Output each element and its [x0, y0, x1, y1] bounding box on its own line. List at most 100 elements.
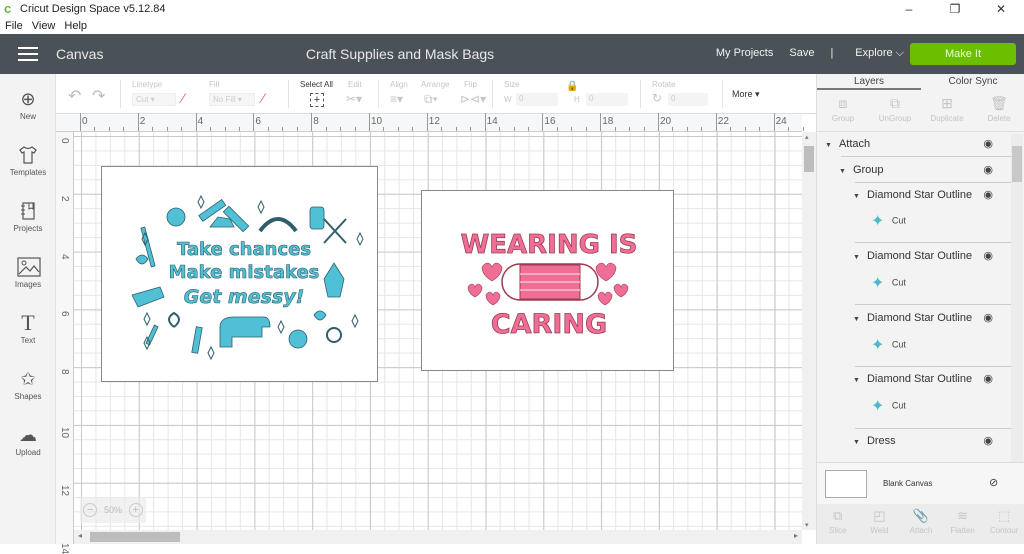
lock-ratio-icon[interactable]: 🔒 [566, 81, 578, 92]
delete-button[interactable]: 🗑 Delete [973, 92, 1024, 131]
visibility-eye-icon[interactable]: ◉ [983, 246, 993, 266]
duplicate-label: Duplicate [930, 114, 964, 123]
slice-button[interactable]: ⧉ Slice [817, 504, 859, 544]
flatten-button[interactable]: ≋ Flatten [942, 504, 984, 544]
close-button[interactable]: ✕ [978, 0, 1024, 18]
linetype-select[interactable]: Cut ▾ [132, 93, 176, 106]
minimize-button[interactable]: – [886, 0, 932, 18]
sidebar-item-shapes[interactable]: ✩ Shapes [0, 368, 56, 401]
duplicate-button[interactable]: ⊞ Duplicate [921, 92, 973, 131]
ruler-major-tick [600, 113, 602, 131]
canvas-grid[interactable]: Take chances Make mistakes Get messy! WE… [74, 132, 802, 530]
select-all-label: Select All [300, 80, 333, 89]
sidebar-item-templates[interactable]: Templates [0, 144, 56, 177]
wearing-is-caring-design[interactable]: WEARING IS CARING [421, 190, 674, 371]
layer-cut-item[interactable]: ✦ Cut [871, 273, 906, 293]
zoom-control: − 50% + [80, 497, 146, 523]
arrange-button[interactable]: ⧉▾ [424, 92, 438, 107]
scroll-down-arrow-icon[interactable]: ▾ [805, 521, 809, 529]
layer-diamond-star-3[interactable]: ▼ Diamond Star Outline ◉ [853, 308, 1005, 328]
flip-button[interactable]: ⊳⊲▾ [460, 92, 486, 106]
width-input[interactable]: 0 [516, 93, 558, 106]
layer-diamond-star-2[interactable]: ▼ Diamond Star Outline ◉ [853, 246, 1005, 266]
explore-dropdown[interactable]: Explore ⌵ [855, 47, 904, 60]
restore-button[interactable]: ❐ [932, 0, 978, 18]
collapse-arrow-icon[interactable]: ▼ [853, 377, 860, 384]
zoom-in-button[interactable]: + [128, 503, 143, 517]
layer-attach[interactable]: ▼ Attach ◉ [825, 134, 1005, 154]
horizontal-scroll-thumb[interactable] [90, 532, 180, 542]
sidebar-item-upload[interactable]: ☁ Upload [0, 424, 56, 457]
visibility-eye-icon[interactable]: ◉ [983, 369, 993, 389]
contour-button[interactable]: ⬚ Contour [983, 504, 1024, 544]
layer-cut-item[interactable]: ✦ Cut [871, 396, 906, 416]
visibility-off-icon[interactable]: ⊘ [989, 476, 998, 489]
craft-supplies-design[interactable]: Take chances Make mistakes Get messy! [101, 166, 378, 382]
edit-button[interactable]: ✂▾ [346, 92, 362, 106]
visibility-eye-icon[interactable]: ◉ [983, 185, 993, 205]
menu-file[interactable]: File [5, 18, 23, 34]
more-dropdown[interactable]: More ▾ [732, 89, 760, 100]
ruler-minor-tick [686, 127, 688, 131]
layers-scroll-thumb[interactable] [1012, 146, 1022, 182]
layer-cut-item[interactable]: ✦ Cut [871, 335, 906, 355]
operation-label: Cut [891, 215, 906, 226]
blank-canvas-row[interactable]: Blank Canvas ⊘ [817, 462, 1024, 504]
fill-select[interactable]: No Fill ▾ [209, 93, 255, 106]
menu-help[interactable]: Help [64, 18, 87, 34]
redo-button[interactable]: ↷ [92, 86, 105, 106]
contour-icon: ⬚ [998, 508, 1011, 523]
select-all-button[interactable]: + [310, 93, 324, 107]
layer-cut-item[interactable]: ✦ Cut [871, 211, 906, 231]
collapse-arrow-icon[interactable]: ▼ [825, 142, 832, 149]
collapse-arrow-icon[interactable]: ▼ [853, 316, 860, 323]
collapse-arrow-icon[interactable]: ▼ [853, 254, 860, 261]
scroll-up-arrow-icon[interactable]: ▴ [805, 133, 809, 141]
blank-canvas-swatch[interactable] [825, 470, 867, 498]
tab-layers[interactable]: Layers [817, 74, 921, 90]
layer-group[interactable]: ▼ Group ◉ [839, 160, 1005, 180]
linetype-color-swatch[interactable]: ⁄ [182, 90, 184, 106]
layer-dress[interactable]: ▼ Dress ◉ [853, 431, 1005, 451]
horizontal-scrollbar[interactable]: ◂ ▸ [74, 530, 802, 544]
ungroup-button[interactable]: ⧉ UnGroup [869, 92, 921, 131]
vertical-scrollbar[interactable]: ▴ ▾ [802, 132, 816, 530]
save-link[interactable]: Save [789, 47, 814, 60]
weld-button[interactable]: ◰ Weld [859, 504, 901, 544]
zoom-out-button[interactable]: − [83, 503, 98, 517]
visibility-eye-icon[interactable]: ◉ [983, 431, 993, 451]
sidebar-label: Upload [15, 448, 41, 457]
undo-button[interactable]: ↶ [68, 86, 81, 106]
layers-scrollbar[interactable] [1011, 134, 1023, 464]
tab-color-sync[interactable]: Color Sync [921, 74, 1024, 90]
scroll-left-arrow-icon[interactable]: ◂ [78, 531, 82, 540]
visibility-eye-icon[interactable]: ◉ [983, 308, 993, 328]
shapes-icon: ✩ [20, 369, 36, 389]
my-projects-link[interactable]: My Projects [716, 47, 773, 60]
sidebar-item-new[interactable]: ⊕ New [0, 88, 56, 121]
cricut-logo-icon: c [4, 1, 12, 16]
layer-diamond-star-4[interactable]: ▼ Diamond Star Outline ◉ [853, 369, 1005, 389]
fill-label: Fill [209, 80, 220, 89]
layer-diamond-star-1[interactable]: ▼ Diamond Star Outline ◉ [853, 185, 1005, 205]
sidebar-item-projects[interactable]: Projects [0, 200, 56, 233]
collapse-arrow-icon[interactable]: ▼ [839, 168, 846, 175]
collapse-arrow-icon[interactable]: ▼ [853, 193, 860, 200]
make-it-button[interactable]: Make It [910, 43, 1016, 65]
sidebar-item-images[interactable]: Images [0, 256, 56, 289]
group-button[interactable]: ⧈ Group [817, 92, 869, 131]
sidebar-label: Shapes [14, 392, 42, 401]
menu-view[interactable]: View [32, 18, 56, 34]
rotate-input[interactable]: 0 [668, 93, 708, 106]
attach-button[interactable]: 📎 Attach [900, 504, 942, 544]
fill-color-swatch[interactable]: ⁄ [262, 90, 264, 106]
height-input[interactable]: 0 [586, 93, 628, 106]
collapse-arrow-icon[interactable]: ▼ [853, 439, 860, 446]
visibility-eye-icon[interactable]: ◉ [983, 134, 993, 154]
scroll-right-arrow-icon[interactable]: ▸ [794, 531, 798, 540]
vertical-scroll-thumb[interactable] [804, 146, 814, 172]
arrange-label: Arrange [421, 80, 450, 89]
align-button[interactable]: ≡▾ [390, 92, 403, 106]
visibility-eye-icon[interactable]: ◉ [983, 160, 993, 180]
sidebar-item-text[interactable]: T Text [0, 312, 56, 346]
